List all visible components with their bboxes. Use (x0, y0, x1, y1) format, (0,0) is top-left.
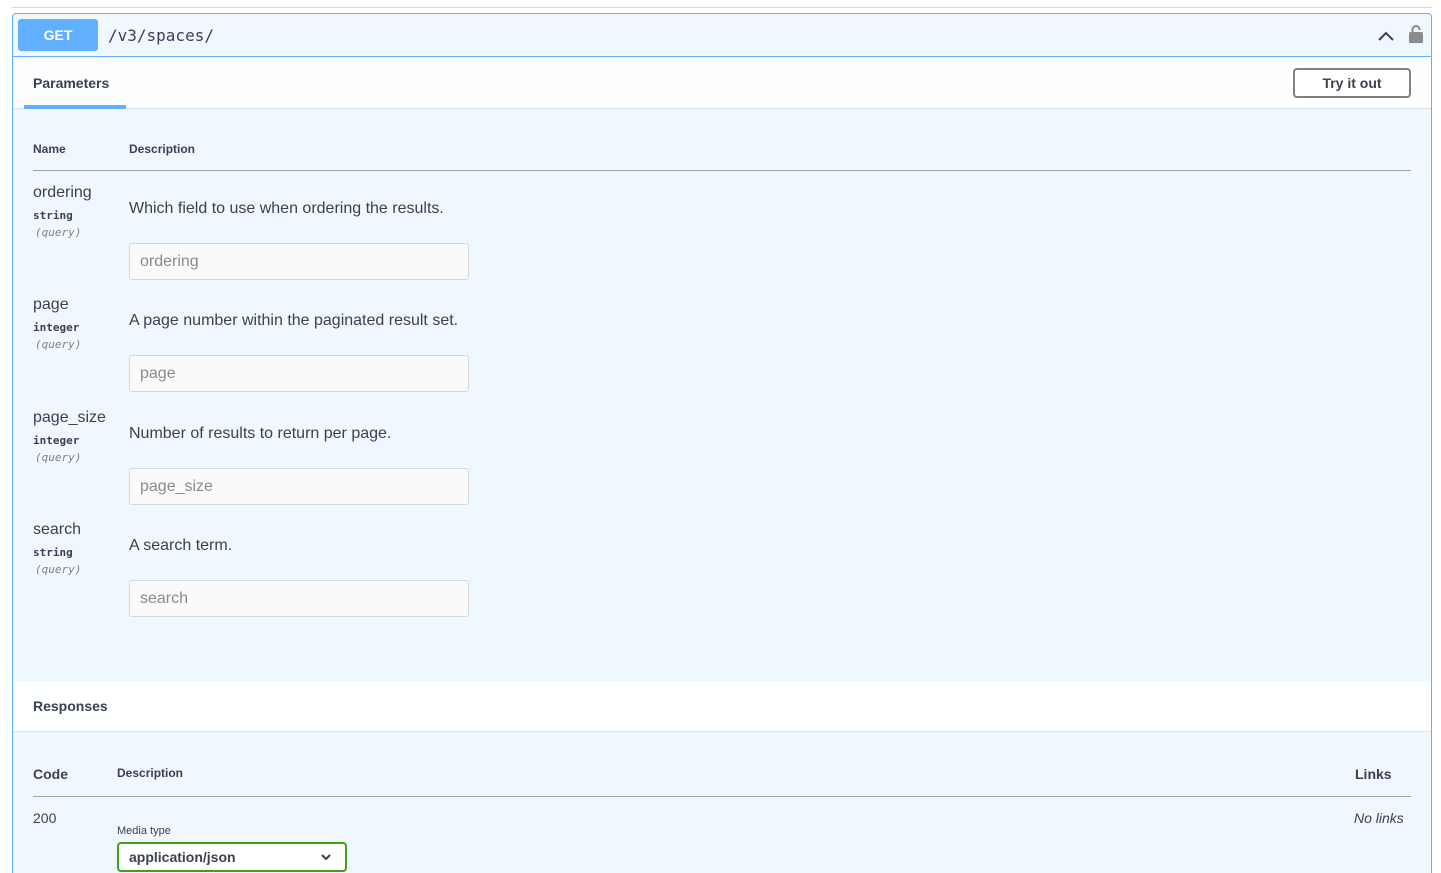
page-size-input[interactable] (129, 468, 469, 505)
method-badge: GET (18, 19, 98, 51)
param-name-search: search (33, 521, 82, 538)
param-type: integer (33, 434, 80, 447)
param-description: Which field to use when ordering the res… (129, 200, 444, 217)
param-name-page-size: page_size (33, 409, 106, 426)
media-type-select[interactable]: application/json (117, 842, 347, 872)
tab-parameters-label: Parameters (33, 75, 110, 91)
parameters-header: Parameters Try it out (13, 58, 1431, 109)
operation-block: GET /v3/spaces/ Parameters Try it out Na… (12, 13, 1432, 873)
media-type-value: application/json (129, 849, 236, 865)
param-type: string (33, 209, 73, 222)
endpoint-path: /v3/spaces/ (108, 26, 214, 45)
try-it-out-button[interactable]: Try it out (1293, 68, 1411, 98)
param-location: (query) (35, 338, 82, 351)
chevron-down-icon (321, 854, 331, 861)
param-name-ordering: ordering (33, 184, 92, 201)
param-description: Number of results to return per page. (129, 425, 392, 442)
column-header-links: Links (1355, 766, 1392, 782)
chevron-up-icon[interactable] (1377, 29, 1395, 43)
search-input[interactable] (129, 580, 469, 617)
param-name-page: page (33, 296, 69, 313)
column-header-code: Code (33, 766, 68, 782)
ordering-input[interactable] (129, 243, 469, 280)
unlocked-icon[interactable] (1409, 24, 1423, 44)
responses-header-divider (33, 796, 1411, 797)
operation-summary[interactable]: GET /v3/spaces/ (13, 14, 1431, 57)
param-location: (query) (35, 451, 82, 464)
responses-title: Responses (33, 698, 108, 714)
parameters-header-divider (33, 170, 1411, 171)
param-type: integer (33, 321, 80, 334)
responses-header: Responses (13, 681, 1431, 732)
column-header-description: Description (129, 142, 196, 156)
response-links: No links (1354, 810, 1404, 826)
media-type-label: Media type (117, 825, 171, 837)
tab-parameters[interactable]: Parameters (24, 58, 126, 109)
tab-active-underline (24, 105, 126, 109)
param-type: string (33, 546, 73, 559)
param-location: (query) (35, 226, 82, 239)
column-header-name: Name (33, 142, 66, 156)
param-description: A search term. (129, 537, 233, 554)
page-input[interactable] (129, 355, 469, 392)
param-description: A page number within the paginated resul… (129, 312, 459, 329)
column-header-response-description: Description (117, 766, 184, 780)
response-code: 200 (33, 810, 57, 826)
param-location: (query) (35, 563, 82, 576)
top-divider (12, 7, 1432, 8)
